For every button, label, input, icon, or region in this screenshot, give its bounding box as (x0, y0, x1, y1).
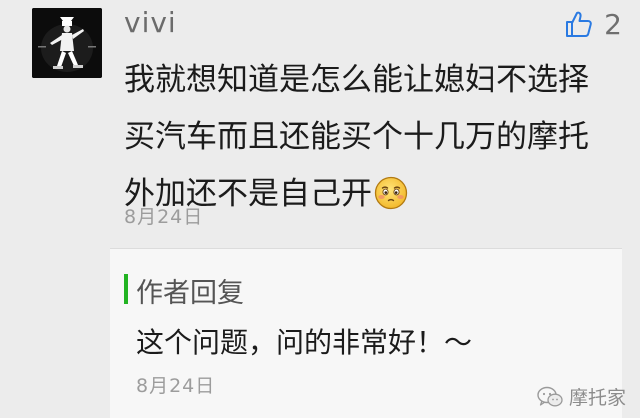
watermark: 摩托家 (537, 383, 626, 410)
dancer-silhouette-icon (32, 8, 102, 78)
comment-line: 我就想知道是怎么能让媳妇不选择 (124, 62, 589, 98)
comment-screen: vivi 2 我就想知道是怎么能让媳妇不选择 买汽车而且还能买个十几万的摩托 外… (0, 0, 640, 418)
wechat-icon (537, 386, 563, 406)
like-button[interactable]: 2 (564, 6, 622, 42)
reply-accent-bar (124, 274, 128, 304)
avatar[interactable] (32, 8, 102, 78)
reply-text: 这个问题，问的非常好！～ (136, 326, 473, 359)
comment-line: 买汽车而且还能买个十几万的摩托 (124, 119, 589, 155)
thumbs-up-icon (566, 11, 592, 37)
like-count: 2 (604, 7, 622, 41)
watermark-text: 摩托家 (568, 387, 626, 409)
blushing-face-emoji-icon (374, 172, 408, 229)
comment-date: 8月24日 (124, 206, 204, 228)
reply-date: 8月24日 (136, 375, 216, 397)
reply-label: 作者回复 (136, 278, 244, 309)
username[interactable]: vivi (124, 6, 177, 39)
